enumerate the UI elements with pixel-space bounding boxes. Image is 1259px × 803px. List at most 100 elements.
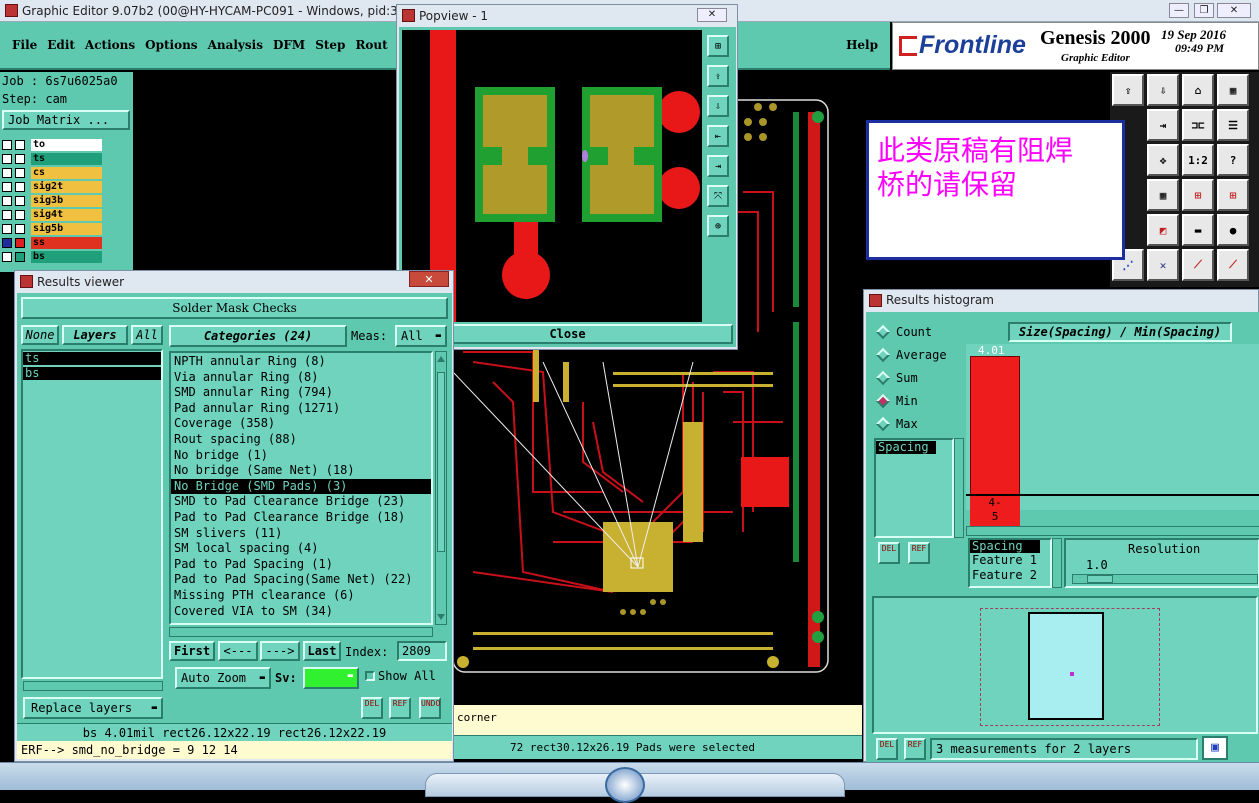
menu-analysis[interactable]: Analysis (208, 38, 263, 52)
tb-home-icon[interactable]: ⌂ (1182, 74, 1214, 106)
popview-up-icon[interactable]: ⇪ (707, 65, 729, 87)
popview-close-button[interactable]: ✕ (697, 8, 727, 22)
radio-diamond-icon[interactable] (875, 347, 891, 362)
restore-button[interactable]: ❐ (1194, 3, 1214, 18)
layer-affected-checkbox[interactable] (15, 195, 25, 206)
undo-button[interactable]: UNDO (419, 697, 441, 719)
layer-list-scrollbar[interactable] (23, 681, 163, 691)
scroll-up-icon[interactable] (437, 354, 445, 362)
histogram-list-scrollbar[interactable] (954, 438, 964, 538)
popview-zoom-fit-icon[interactable]: ⤧ (707, 185, 729, 207)
tb-help-icon[interactable]: ? (1217, 144, 1249, 176)
layer-row-bs[interactable]: bs (2, 250, 102, 263)
resolution-slider-thumb[interactable] (1087, 575, 1113, 583)
layer-display-checkbox[interactable] (2, 209, 12, 220)
category-item[interactable]: Pad to Pad Spacing (1) (171, 557, 431, 573)
layer-display-checkbox[interactable] (2, 195, 12, 206)
minimize-button[interactable]: — (1169, 3, 1189, 18)
layer-row-ts[interactable]: ts (2, 152, 102, 165)
popview-zoom-in-icon[interactable]: ⊕ (707, 215, 729, 237)
tb-ruler-icon[interactable]: ▬ (1182, 214, 1214, 246)
tb-net2-icon[interactable]: ⊞ (1217, 179, 1249, 211)
scroll-down-icon[interactable] (437, 614, 445, 622)
menu-step[interactable]: Step (315, 38, 345, 52)
layer-display-checkbox[interactable] (2, 223, 12, 234)
command-line[interactable]: ERF--> smd_no_bridge = 9 12 14 (17, 741, 452, 759)
category-item[interactable]: SMD to Pad Clearance Bridge (23) (171, 494, 431, 510)
layer-row-sig5b[interactable]: sig5b (2, 222, 102, 235)
histogram-list-item-spacing[interactable]: Spacing (876, 441, 936, 454)
tb-line2-icon[interactable]: ⟋ (1217, 249, 1249, 281)
popview-left-icon[interactable]: ⇤ (707, 125, 729, 147)
result-layer-bs[interactable]: bs (23, 367, 161, 380)
menu-help[interactable]: Help (846, 38, 878, 52)
hist-option-max[interactable]: Max (872, 412, 962, 435)
layer-affected-checkbox[interactable] (15, 167, 25, 178)
tb-grid-icon[interactable]: ▦ (1217, 74, 1249, 106)
category-item[interactable]: No bridge (1) (171, 448, 431, 464)
layer-display-checkbox[interactable] (2, 251, 12, 262)
layer-affected-checkbox[interactable] (15, 237, 25, 248)
hist-del-button[interactable]: DEL (878, 542, 900, 564)
sv-color-dropdown[interactable]: ▬ (303, 667, 359, 689)
tb-mirror-icon[interactable]: ⊐⊏ (1182, 109, 1214, 141)
hist-report-icon[interactable]: ▣ (1202, 736, 1228, 760)
tb-circle-icon[interactable]: ● (1217, 214, 1249, 246)
layer-display-checkbox[interactable] (2, 237, 12, 248)
menu-options[interactable]: Options (145, 38, 197, 52)
layer-display-checkbox[interactable] (2, 181, 12, 192)
layer-name[interactable]: cs (31, 166, 102, 179)
resolution-slider[interactable] (1072, 574, 1258, 584)
ref-button[interactable]: REF (389, 697, 411, 719)
taskbar-center-icon[interactable] (605, 767, 645, 803)
menu-file[interactable]: File (12, 38, 37, 52)
category-item[interactable]: Via annular Ring (8) (171, 370, 431, 386)
hist-option-count[interactable]: Count (872, 320, 962, 343)
popview-zoom-home-icon[interactable]: ⊞ (707, 35, 729, 57)
feature-list-spacing[interactable]: Spacing (970, 540, 1040, 553)
radio-diamond-icon[interactable] (875, 393, 891, 408)
replace-layers-dropdown[interactable]: Replace layers ▬ (23, 697, 163, 719)
category-vscrollbar[interactable] (435, 351, 447, 625)
close-button[interactable]: ✕ (1217, 3, 1251, 18)
category-item[interactable]: Pad to Pad Spacing(Same Net) (22) (171, 572, 431, 588)
index-input[interactable]: 2809 (397, 641, 447, 661)
layer-name[interactable]: sig4t (31, 208, 102, 221)
category-item[interactable]: SM slivers (11) (171, 526, 431, 542)
next-button[interactable]: ---> (260, 641, 300, 661)
hist-bottom-ref-button[interactable]: REF (904, 738, 926, 760)
layer-row-to[interactable]: to (2, 138, 102, 151)
layer-name[interactable]: ss (31, 236, 102, 249)
layer-affected-checkbox[interactable] (15, 181, 25, 192)
layer-affected-checkbox[interactable] (15, 209, 25, 220)
hist-option-average[interactable]: Average (872, 343, 962, 366)
category-item[interactable]: Missing PTH clearance (6) (171, 588, 431, 604)
layers-button[interactable]: Layers (62, 325, 128, 345)
category-item[interactable]: Pad annular Ring (1271) (171, 401, 431, 417)
tb-list-icon[interactable]: ☰ (1217, 109, 1249, 141)
del-button[interactable]: DEL (361, 697, 383, 719)
layer-name[interactable]: sig2t (31, 180, 102, 193)
hist-option-sum[interactable]: Sum (872, 366, 962, 389)
menu-dfm[interactable]: DFM (273, 38, 305, 52)
tb-measure-icon[interactable]: ◩ (1147, 214, 1179, 246)
results-viewer-close-button[interactable]: ✕ (409, 271, 449, 287)
tb-scale-icon[interactable]: 1:2 (1182, 144, 1214, 176)
radio-diamond-icon[interactable] (875, 370, 891, 385)
tb-cross-icon[interactable]: ✕ (1147, 249, 1179, 281)
hist-ref-button[interactable]: REF (908, 542, 930, 564)
category-item[interactable]: NPTH annular Ring (8) (171, 354, 431, 370)
layer-row-ss[interactable]: ss (2, 236, 102, 249)
menu-rout[interactable]: Rout (355, 38, 387, 52)
category-item[interactable]: Rout spacing (88) (171, 432, 431, 448)
tb-move-icon[interactable]: ⇥ (1147, 109, 1179, 141)
layer-row-sig4t[interactable]: sig4t (2, 208, 102, 221)
feature-list-scrollbar[interactable] (1052, 538, 1062, 588)
layer-display-checkbox[interactable] (2, 139, 12, 150)
result-layer-ts[interactable]: ts (23, 352, 161, 365)
hist-option-min[interactable]: Min (872, 389, 962, 412)
layer-name[interactable]: sig5b (31, 222, 102, 235)
meas-dropdown[interactable]: All ▬ (395, 325, 447, 347)
category-item[interactable]: SMD annular Ring (794) (171, 385, 431, 401)
category-item[interactable]: No bridge (Same Net) (18) (171, 463, 431, 479)
